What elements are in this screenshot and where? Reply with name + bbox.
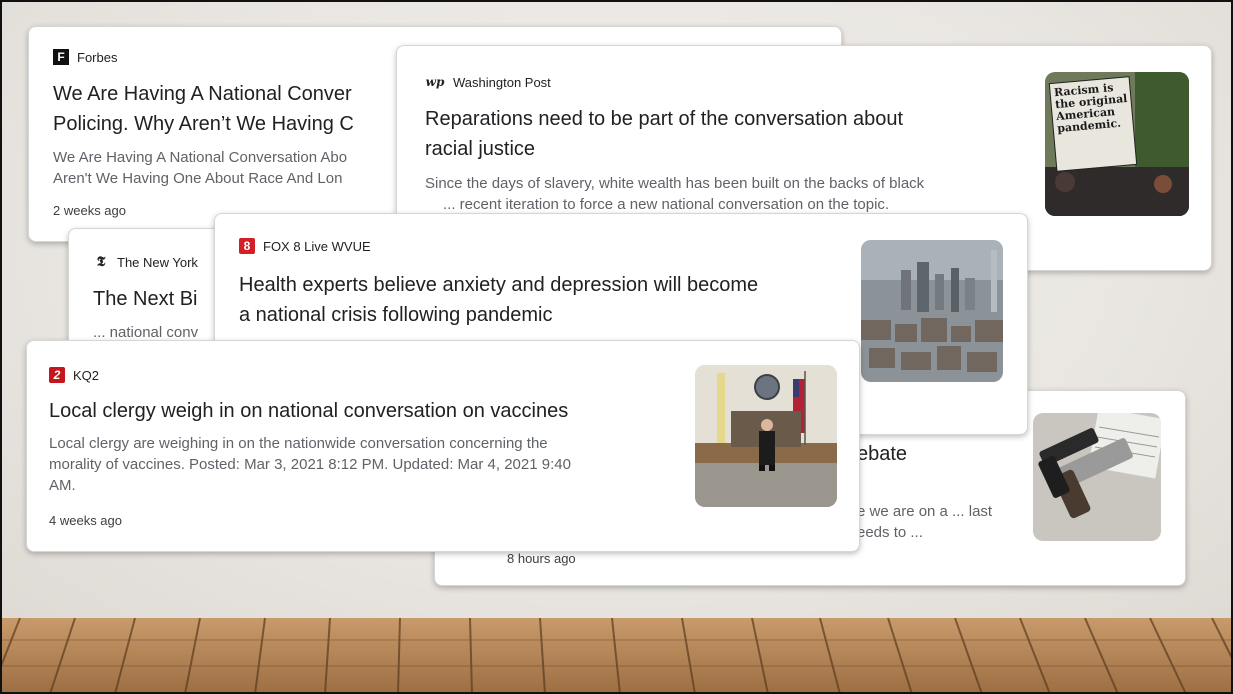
gun-thumbnail[interactable] xyxy=(1033,413,1161,541)
protest-image: Racism is the original American pandemic… xyxy=(1045,72,1189,216)
snippet-line: Aren't We Having One About Race And Lon xyxy=(53,170,343,187)
card-title[interactable]: Reparations need to be part of the conve… xyxy=(425,104,903,164)
city-skyline-image xyxy=(861,240,1003,382)
title-line: We Are Having A National Conver xyxy=(53,83,352,105)
source-name: Forbes xyxy=(77,49,118,65)
card-title[interactable]: Local clergy weigh in on national conver… xyxy=(49,396,568,426)
snippet-line: ... recent iteration to force a new nati… xyxy=(443,196,890,213)
source-name: The New York xyxy=(117,254,198,270)
nyt-logo-icon: 𝕿 xyxy=(96,254,106,270)
card-source: wp Washington Post xyxy=(425,74,551,90)
card-time: 2 weeks ago xyxy=(53,203,126,218)
kq2-logo-icon: 2 xyxy=(49,367,65,383)
title-line: Policing. Why Aren’t We Having C xyxy=(53,113,354,135)
protest-thumbnail[interactable]: Racism is the original American pandemic… xyxy=(1045,72,1189,216)
card-source: F Forbes xyxy=(53,49,117,65)
snippet-line: AM. xyxy=(49,477,76,494)
card-snippet: Local clergy are weighing in on the nati… xyxy=(49,433,571,496)
source-name: FOX 8 Live WVUE xyxy=(263,238,371,254)
source-name: KQ2 xyxy=(73,367,100,383)
card-time: 8 hours ago xyxy=(507,551,576,566)
card-source: 2 KQ2 xyxy=(49,367,99,383)
title-line: racial justice xyxy=(425,138,536,160)
clergy-thumbnail[interactable] xyxy=(695,365,837,507)
title-line: Reparations need to be part of the conve… xyxy=(425,108,904,130)
forbes-logo-icon: F xyxy=(53,49,69,65)
snippet-line: e we are on a ... last xyxy=(857,503,993,520)
snippet-line: eeds to ... xyxy=(857,524,923,541)
card-title[interactable]: ebate xyxy=(857,439,907,469)
card-snippet: Since the days of slavery, white wealth … xyxy=(425,173,924,215)
wood-planks xyxy=(0,618,1233,694)
clergy-room-image xyxy=(695,365,837,507)
snippet-line: We Are Having A National Conversation Ab… xyxy=(53,149,348,166)
handgun-image xyxy=(1033,413,1161,541)
wapo-logo-icon: wp xyxy=(425,75,445,89)
card-source: 8 FOX 8 Live WVUE xyxy=(239,238,371,254)
snippet-line: Local clergy are weighing in on the nati… xyxy=(49,435,548,452)
snippet-line: morality of vaccines. Posted: Mar 3, 202… xyxy=(49,456,571,473)
card-source: 𝕿 The New York xyxy=(93,254,198,270)
wood-floor xyxy=(0,618,1233,694)
card-snippet: We Are Having A National Conversation Ab… xyxy=(53,147,347,189)
news-card-kq2[interactable]: 2 KQ2 Local clergy weigh in on national … xyxy=(26,340,860,552)
city-thumbnail[interactable] xyxy=(861,240,1003,382)
card-title[interactable]: Health experts believe anxiety and depre… xyxy=(239,270,758,330)
sign-text: Racism is the original American pandemic… xyxy=(1053,81,1128,136)
card-time: 4 weeks ago xyxy=(49,513,122,528)
title-line: a national crisis following pandemic xyxy=(239,304,553,326)
card-snippet: e we are on a ... last eeds to ... xyxy=(857,501,992,543)
source-name: Washington Post xyxy=(453,74,551,90)
card-title[interactable]: The Next Bi xyxy=(93,284,197,314)
title-line: Health experts believe anxiety and depre… xyxy=(239,274,759,296)
fox8-logo-icon: 8 xyxy=(239,238,255,254)
snippet-line: Since the days of slavery, white wealth … xyxy=(425,175,925,192)
card-title[interactable]: We Are Having A National Conver Policing… xyxy=(53,79,354,139)
